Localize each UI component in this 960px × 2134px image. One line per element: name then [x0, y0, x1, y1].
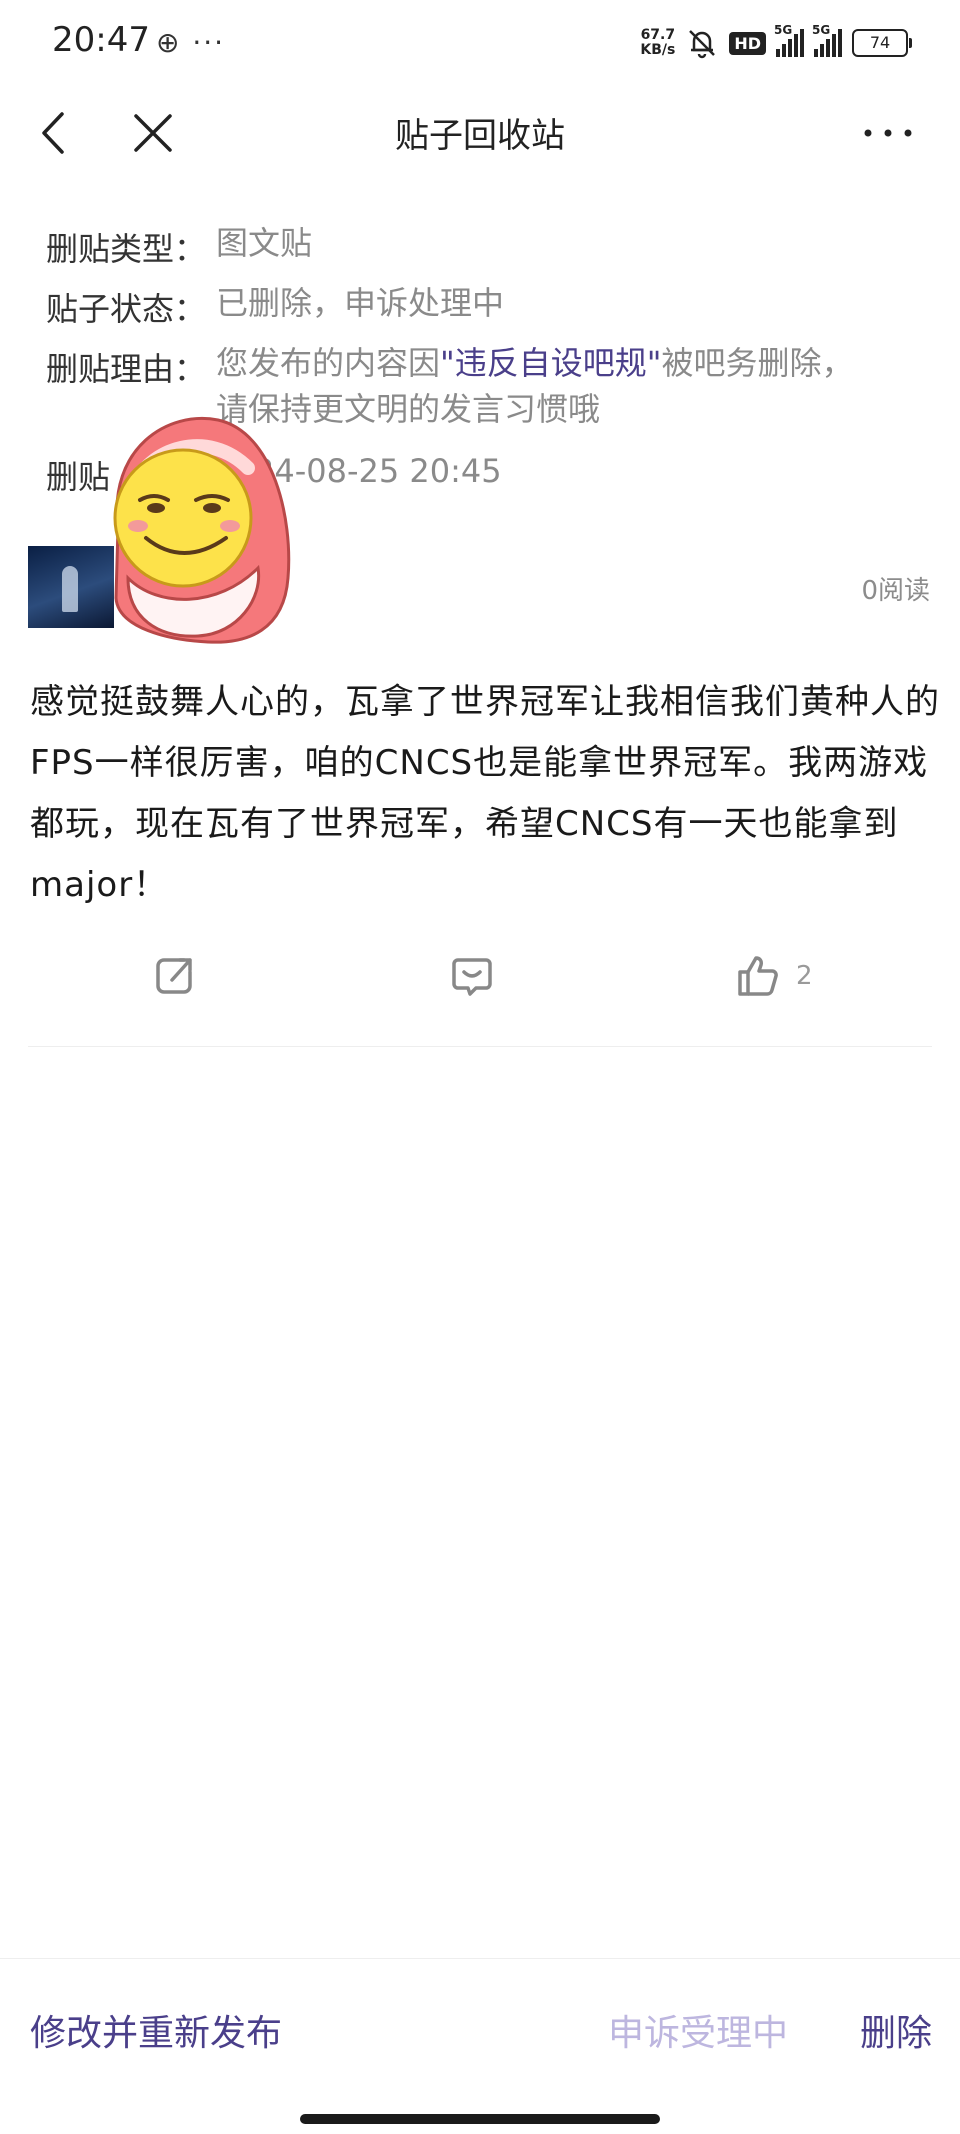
blanket-emoji-sticker [113, 417, 291, 644]
status-right-group: 67.7 KB/s HD 5G 5G 74 [640, 23, 912, 60]
net-speed: 67.7 KB/s [640, 27, 676, 58]
delete-reason-value: 您发布的内容因"违反自设吧规"被吧务删除， 请保持更文明的发言习惯哦 [216, 340, 916, 432]
like-button[interactable]: 2 [734, 952, 813, 1000]
notification-icons: ⊕ ··· [156, 26, 226, 59]
status-time: 20:47 [52, 20, 150, 60]
post-content: 感觉挺鼓舞人心的，瓦拿了世界冠军让我相信我们黄种人的FPS一样很厉害，咱的CNC… [30, 682, 940, 905]
comment-button[interactable] [448, 952, 496, 1000]
delete-button[interactable]: 删除 [860, 2004, 932, 2056]
thumbs-up-icon [738, 956, 778, 996]
appeal-status-button: 申诉受理中 [608, 2013, 789, 2054]
more-icon [864, 129, 912, 137]
delete-reason-label: 删贴理由： [46, 350, 207, 388]
delete-reason-line-2: 请保持更文明的发言习惯哦 [216, 390, 601, 428]
read-count: 0阅读 [861, 576, 930, 606]
post-status-label: 贴子状态： [46, 290, 207, 328]
footer-divider [0, 1958, 960, 1959]
mute-bell-icon [689, 30, 716, 59]
hd-badge: HD [729, 31, 766, 55]
home-indicator[interactable] [300, 2114, 660, 2124]
signal-icon-2: 5G [812, 23, 842, 57]
battery-icon: 74 [852, 29, 912, 57]
comment-icon [452, 958, 492, 996]
share-icon [156, 958, 192, 994]
page-title: 贴子回收站 [395, 116, 565, 156]
delete-reason-line-1: 您发布的内容因"违反自设吧规"被吧务删除， [216, 344, 854, 382]
content-divider [28, 1046, 932, 1047]
more-button[interactable] [858, 108, 918, 158]
post-status-value: 已删除，申诉处理中 [216, 284, 505, 322]
rule-highlight: "违反自设吧规" [440, 344, 662, 382]
delete-type-label: 删贴类型： [46, 230, 207, 268]
edit-republish-button[interactable]: 修改并重新发布 [30, 2004, 282, 2056]
signal-icon-1: 5G [774, 23, 804, 57]
like-count: 2 [796, 961, 813, 991]
share-button[interactable] [150, 952, 198, 1000]
delete-type-value: 图文贴 [216, 224, 313, 262]
